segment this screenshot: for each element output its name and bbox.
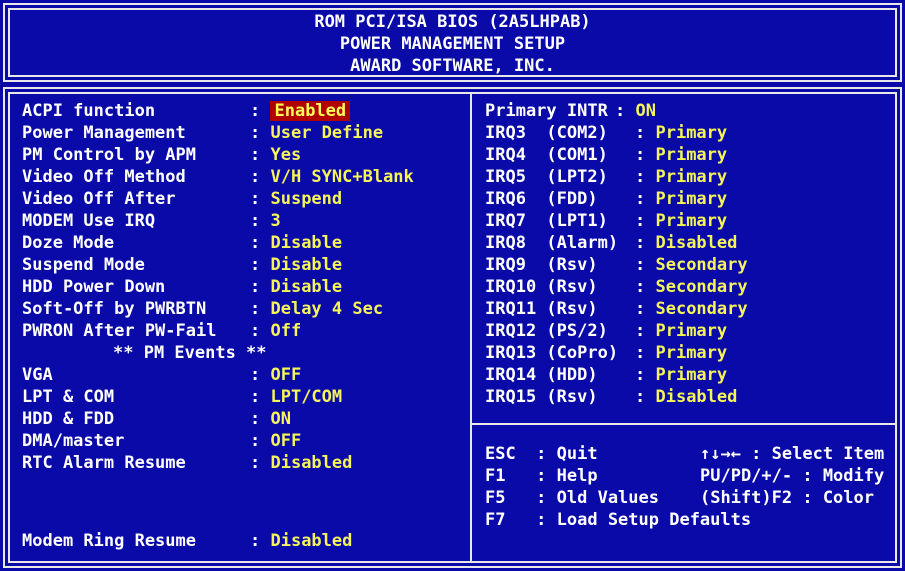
value-rtc-alarm-resume[interactable]: : Disabled	[250, 452, 352, 474]
value-vga[interactable]: : OFF	[250, 364, 301, 386]
setup-panel: ACPI function Power Management PM Contro…	[3, 87, 902, 568]
setting-pm-control-apm[interactable]: PM Control by APM	[22, 144, 196, 166]
value-irq5[interactable]: : Primary	[635, 166, 727, 188]
bios-header: ROM PCI/ISA BIOS (2A5LHPAB) POWER MANAGE…	[3, 3, 902, 82]
setting-label: Soft-Off by PWRBTN	[22, 299, 207, 319]
value-irq7[interactable]: : Primary	[635, 210, 727, 232]
setting-irq7[interactable]: IRQ7 (LPT1)	[485, 210, 608, 232]
setting-hdd-power-down[interactable]: HDD Power Down	[22, 276, 165, 298]
header-inner-border: ROM PCI/ISA BIOS (2A5LHPAB) POWER MANAGE…	[8, 8, 897, 77]
setting-rtc-alarm-resume[interactable]: RTC Alarm Resume	[22, 452, 186, 474]
setting-irq12[interactable]: IRQ12 (PS/2)	[485, 320, 608, 342]
setting-soft-off-pwrbtn[interactable]: Soft-Off by PWRBTN	[22, 298, 206, 320]
setting-irq3[interactable]: IRQ3 (COM2)	[485, 122, 608, 144]
value-acpi-function[interactable]: : Enabled	[250, 100, 351, 122]
setting-video-off-method[interactable]: Video Off Method	[22, 166, 186, 188]
setting-dma-master[interactable]: DMA/master	[22, 430, 124, 452]
setting-video-off-after[interactable]: Video Off After	[22, 188, 176, 210]
setting-irq14[interactable]: IRQ14 (HDD)	[485, 364, 598, 386]
pm-events-heading: ** PM Events **	[113, 343, 267, 363]
key-f1-help: F1 : Help	[485, 466, 598, 486]
value-doze-mode[interactable]: : Disable	[250, 232, 342, 254]
setting-hdd-fdd[interactable]: HDD & FDD	[22, 408, 114, 430]
setting-label: Suspend Mode	[22, 255, 145, 275]
setting-primary-intr[interactable]: Primary INTR	[485, 100, 608, 122]
key-f5-old-values: F5 : Old Values	[485, 488, 659, 508]
value-suspend-mode[interactable]: : Disable	[250, 254, 342, 276]
setting-vga[interactable]: VGA	[22, 364, 53, 386]
setting-label: PM Control by APM	[22, 145, 196, 165]
setting-irq8[interactable]: IRQ8 (Alarm)	[485, 232, 618, 254]
key-esc-quit: ESC : Quit	[485, 444, 598, 464]
value-primary-intr[interactable]: : ON	[615, 100, 656, 122]
setting-label: VGA	[22, 365, 53, 385]
setting-label: HDD & FDD	[22, 409, 115, 429]
value-dma-master[interactable]: : OFF	[250, 430, 301, 452]
setting-irq11[interactable]: IRQ11 (Rsv)	[485, 298, 598, 320]
value-soft-off-pwrbtn[interactable]: : Delay 4 Sec	[250, 298, 383, 320]
value-modem-use-irq[interactable]: : 3	[250, 210, 281, 232]
value-irq13[interactable]: : Primary	[635, 342, 727, 364]
help-divider	[470, 423, 895, 425]
value-irq12[interactable]: : Primary	[635, 320, 727, 342]
setting-irq10[interactable]: IRQ10 (Rsv)	[485, 276, 598, 298]
value-irq11[interactable]: : Secondary	[635, 298, 748, 320]
value-irq15[interactable]: : Disabled	[635, 386, 737, 408]
value-hdd-fdd[interactable]: : ON	[250, 408, 291, 430]
setting-irq5[interactable]: IRQ5 (LPT2)	[485, 166, 608, 188]
setting-lpt-com[interactable]: LPT & COM	[22, 386, 114, 408]
selected-value[interactable]: Enabled	[270, 101, 351, 121]
setting-modem-ring-resume[interactable]: Modem Ring Resume	[22, 530, 196, 552]
setting-irq15[interactable]: IRQ15 (Rsv)	[485, 386, 598, 408]
setting-label: MODEM Use IRQ	[22, 211, 156, 231]
value-lpt-com[interactable]: : LPT/COM	[250, 386, 342, 408]
key-color: (Shift)F2 : Color	[700, 488, 874, 508]
setting-label: ACPI function	[22, 101, 156, 121]
value-irq3[interactable]: : Primary	[635, 122, 727, 144]
setting-label: DMA/master	[22, 431, 125, 451]
key-select-item: ↑↓→← : Select Item	[700, 444, 885, 464]
setting-label: Power Management	[22, 123, 186, 143]
bios-title: ROM PCI/ISA BIOS (2A5LHPAB)	[314, 12, 591, 32]
setting-modem-use-irq[interactable]: MODEM Use IRQ	[22, 210, 155, 232]
setting-irq4[interactable]: IRQ4 (COM1)	[485, 144, 608, 166]
vendor-name: AWARD SOFTWARE, INC.	[350, 56, 555, 76]
key-f7-load-defaults: F7 : Load Setup Defaults	[485, 510, 752, 530]
value-hdd-power-down[interactable]: : Disable	[250, 276, 342, 298]
value-modem-ring-resume[interactable]: : Disabled	[250, 530, 352, 552]
value-irq4[interactable]: : Primary	[635, 144, 727, 166]
setting-acpi-function[interactable]: ACPI function	[22, 100, 155, 122]
value-irq6[interactable]: : Primary	[635, 188, 727, 210]
value-pm-control-apm[interactable]: : Yes	[250, 144, 301, 166]
setting-label: LPT & COM	[22, 387, 115, 407]
value-power-management[interactable]: : User Define	[250, 122, 383, 144]
column-divider	[470, 94, 472, 561]
key-modify: PU/PD/+/- : Modify	[700, 466, 885, 486]
value-irq8[interactable]: : Disabled	[635, 232, 737, 254]
setting-label: Video Off After	[22, 189, 176, 209]
setting-power-management[interactable]: Power Management	[22, 122, 186, 144]
value-video-off-after[interactable]: : Suspend	[250, 188, 342, 210]
setting-irq6[interactable]: IRQ6 (FDD)	[485, 188, 598, 210]
setting-label: Video Off Method	[22, 167, 186, 187]
setting-label: Doze Mode	[22, 233, 115, 253]
setting-irq13[interactable]: IRQ13 (CoPro)	[485, 342, 618, 364]
setting-label: PWRON After PW-Fail	[22, 321, 217, 341]
setting-label: HDD Power Down	[22, 277, 166, 297]
value-video-off-method[interactable]: : V/H SYNC+Blank	[250, 166, 414, 188]
setting-suspend-mode[interactable]: Suspend Mode	[22, 254, 145, 276]
value-irq9[interactable]: : Secondary	[635, 254, 748, 276]
setting-pwron-after-pw-fail[interactable]: PWRON After PW-Fail	[22, 320, 216, 342]
setting-label: RTC Alarm Resume	[22, 453, 186, 473]
value-irq14[interactable]: : Primary	[635, 364, 727, 386]
setting-doze-mode[interactable]: Doze Mode	[22, 232, 114, 254]
setting-label: Modem Ring Resume	[22, 531, 196, 551]
setup-inner-border: ACPI function Power Management PM Contro…	[8, 92, 897, 563]
value-irq10[interactable]: : Secondary	[635, 276, 748, 298]
setting-irq9[interactable]: IRQ9 (Rsv)	[485, 254, 598, 276]
page-title: POWER MANAGEMENT SETUP	[339, 34, 566, 54]
value-pwron-after-pw-fail[interactable]: : Off	[250, 320, 301, 342]
